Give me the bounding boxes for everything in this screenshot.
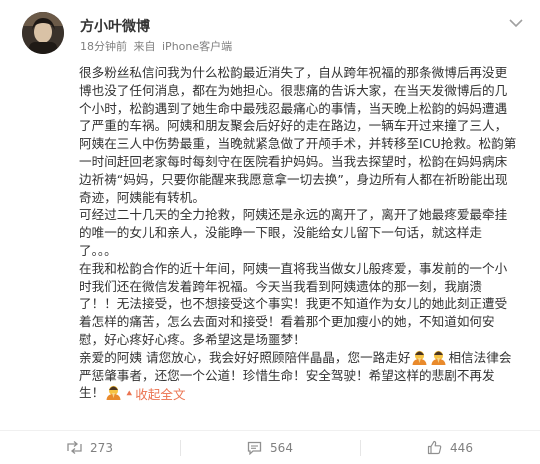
avatar[interactable] (22, 12, 64, 54)
repost-count: 273 (90, 440, 113, 455)
comment-icon (247, 441, 262, 455)
pray-emoji (431, 350, 446, 365)
source-client[interactable]: iPhone客户端 (162, 40, 232, 53)
post-header: 方小叶微博 18分钟前 来自 iPhone客户端 (0, 0, 540, 60)
post-time[interactable]: 18分钟前 (80, 40, 127, 53)
paragraph-2: 可经过二十几天的全力抢救，阿姨还是永远的离开了，离开了她最疼爱最牵挂的唯一的女儿… (79, 207, 508, 258)
collapse-button[interactable]: ⯅ 收起全文 (125, 386, 185, 404)
repost-icon (67, 441, 82, 454)
comment-count: 564 (270, 440, 293, 455)
avatar-image (22, 12, 64, 54)
post-body: 很多粉丝私信问我为什么松韵最近消失了，自从跨年祝福的那条微博后再没更博也没了任何… (79, 64, 519, 404)
like-icon (427, 440, 442, 455)
post-meta: 18分钟前 来自 iPhone客户端 (80, 38, 235, 54)
source-prefix: 来自 (133, 40, 156, 53)
like-button[interactable]: 446 (360, 431, 540, 464)
paragraph-3: 在我和松韵合作的近十年间，阿姨一直将我当做女儿般疼爱，事发前的一个小时我们还在微… (79, 260, 508, 347)
repost-button[interactable]: 273 (0, 431, 180, 464)
action-bar: 273 564 446 (0, 430, 540, 464)
comment-button[interactable]: 564 (180, 431, 360, 464)
paragraph-1: 很多粉丝私信问我为什么松韵最近消失了，自从跨年祝福的那条微博后再没更博也没了任何… (79, 65, 517, 205)
collapse-label: 收起全文 (135, 387, 186, 403)
pray-emoji (106, 386, 121, 401)
chevron-down-icon[interactable] (508, 14, 524, 28)
author-name[interactable]: 方小叶微博 (80, 16, 150, 36)
like-count: 446 (450, 440, 473, 455)
pray-emoji (412, 350, 427, 365)
collapse-arrow-icon: ⯅ (125, 389, 134, 401)
paragraph-4: 亲爱的阿姨 请您放心，我会好好照顾陪伴晶晶，您一路走好 相信法律会严惩肇事者，还您… (79, 349, 519, 404)
